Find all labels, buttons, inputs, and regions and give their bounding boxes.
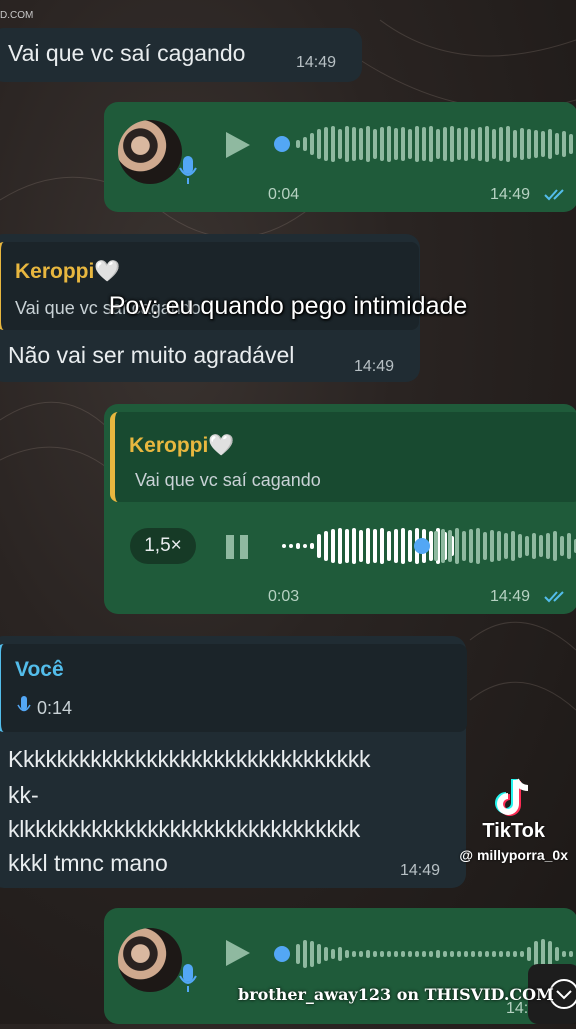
pause-icon[interactable] — [224, 534, 250, 560]
playback-position[interactable] — [414, 538, 430, 554]
avatar — [118, 928, 182, 992]
reply-voice-message-outgoing[interactable]: Keroppi🤍 Vai que vc saí cagando 1,5× 0:0… — [104, 404, 576, 614]
message-text-line: kk- — [8, 782, 39, 808]
voice-duration: 0:03 — [268, 588, 300, 605]
message-time: 14:49 — [400, 862, 441, 879]
playback-position[interactable] — [274, 136, 290, 152]
site-watermark: brother_away123 on THISVID.COM — [238, 985, 554, 1004]
read-receipt-icon — [544, 591, 564, 603]
mic-icon — [17, 696, 31, 712]
message-time: 14:49 — [296, 54, 337, 71]
message-text: Vai que vc saí cagando — [8, 40, 246, 66]
tiktok-overlay: TikTok @ millyporra_0x — [459, 776, 568, 863]
quoted-sender-name: Keroppi🤍 — [15, 260, 121, 283]
quoted-message[interactable]: Keroppi🤍 Vai que vc saí cagando — [110, 412, 576, 502]
voice-message-outgoing[interactable]: 14:4 — [104, 908, 576, 1024]
quoted-sender-name: Keroppi🤍 — [129, 434, 235, 457]
avatar — [118, 120, 182, 184]
tiktok-username: @ millyporra_0x — [459, 847, 568, 863]
reply-message-incoming[interactable]: Você 0:14 Kkkkkkkkkkkkkkkkkkkkkkkkkkkkkk… — [0, 636, 467, 888]
tiktok-logo-icon — [494, 778, 528, 816]
waveform[interactable] — [296, 122, 576, 166]
message-bubble-incoming[interactable]: Vai que vc saí cagando 14:49 — [0, 28, 362, 82]
playback-position[interactable] — [274, 946, 290, 962]
waveform-remaining[interactable] — [434, 524, 576, 568]
quoted-voice-message[interactable]: Você 0:14 — [0, 644, 467, 732]
voice-message-outgoing[interactable]: 0:04 14:49 — [104, 102, 576, 212]
video-caption: Pov: eu quando pego intimidade — [108, 292, 468, 320]
message-time: 14:49 — [354, 358, 395, 375]
mic-icon — [179, 964, 197, 992]
play-icon[interactable] — [224, 938, 252, 968]
quoted-sender-name: Você — [15, 658, 64, 681]
corner-watermark: D.COM — [0, 10, 34, 21]
quoted-text: Vai que vc saí cagando — [135, 470, 321, 490]
message-text: Não vai ser muito agradável — [8, 342, 295, 368]
voice-duration: 0:04 — [268, 186, 300, 203]
message-text-line: kkkl tmnc mano — [8, 850, 168, 876]
playback-speed-button[interactable]: 1,5× — [130, 528, 196, 564]
message-text-line: Kkkkkkkkkkkkkkkkkkkkkkkkkkkkkkkk — [8, 746, 371, 772]
message-time: 14:49 — [490, 186, 531, 203]
tiktok-logo-text: TikTok — [482, 820, 545, 842]
play-icon[interactable] — [224, 130, 252, 160]
read-receipt-icon — [544, 189, 564, 201]
message-text-line: klkkkkkkkkkkkkkkkkkkkkkkkkkkkkkk — [8, 816, 361, 842]
mic-icon — [179, 156, 197, 184]
quoted-voice-duration: 0:14 — [37, 698, 73, 718]
message-time: 14:49 — [490, 588, 531, 605]
